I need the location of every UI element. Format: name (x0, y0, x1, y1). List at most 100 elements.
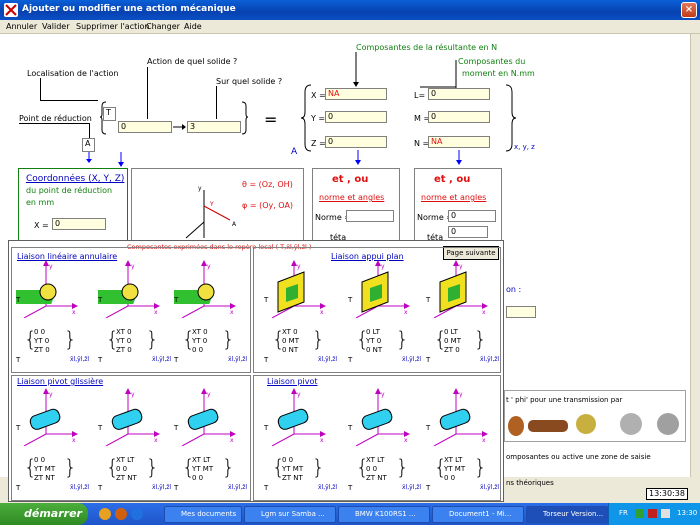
task-torseur[interactable]: Torseur Version... (526, 506, 608, 523)
pivot-liaison-icon: y x T (348, 386, 412, 446)
torseur-matrix: { } 0 LT 0 MT ZT 0 Tx̄l,ȳl,z̄l (426, 327, 500, 364)
l-field[interactable]: 0 (428, 88, 490, 100)
et-ou-label-1: et , ou (332, 174, 369, 185)
svg-text:y: y (459, 391, 463, 398)
app-icon (4, 3, 18, 17)
resultante-label: Composantes de la résultante en N (356, 43, 498, 52)
basis-subscript: x̄l,ȳl,z̄l (70, 356, 90, 363)
menu-valider[interactable]: Valider (42, 22, 70, 31)
start-button[interactable]: démarrer (0, 503, 88, 525)
teta-field-2[interactable]: 0 (448, 226, 488, 238)
point-t-label: T (174, 484, 179, 492)
norme-field-1[interactable] (346, 210, 394, 222)
moment-label-1: Composantes du (458, 57, 526, 66)
matrix-row: YT 0 (34, 337, 50, 345)
matrix-row: YT MT (34, 465, 56, 473)
right-brace-icon (505, 84, 516, 152)
close-button[interactable]: × (681, 2, 697, 18)
bracket-icon (99, 101, 249, 135)
action-solide-label: Action de quel solide ? (147, 57, 238, 66)
et-ou-label-2: et , ou (434, 174, 471, 185)
menu-annuler[interactable]: Annuler (6, 22, 37, 31)
torseur-matrix: { } XT 00 MT 0 NT Tx̄l,ȳl,z̄l (264, 327, 338, 364)
svg-text:T: T (348, 424, 353, 432)
svg-text:x: x (230, 309, 234, 316)
basis-subscript: x̄l,ȳl,z̄l (228, 484, 248, 491)
basis-subscript: x̄l,ȳl,z̄l (152, 356, 172, 363)
svg-text:y: y (459, 263, 463, 270)
torseur-matrix: { } 0 0 YT MT ZT NT Tx̄l,ȳl,z̄l (264, 455, 338, 492)
point-t-label: T (348, 356, 353, 364)
phi-text: t ' phi' pour une transmission par (506, 396, 623, 404)
matrix-row: XT 0 (116, 328, 132, 336)
z-row-label: Z = (311, 139, 326, 148)
svg-text:x: x (72, 309, 76, 316)
system-tray: FR 13:30 (608, 503, 700, 525)
svg-text:y: y (297, 263, 301, 270)
window-title: Ajouter ou modifier une action mécanique (22, 4, 236, 14)
moment-label-2: moment en N.mm (462, 69, 535, 78)
matrix-row: 0 0 (116, 465, 128, 473)
vertical-scrollbar[interactable] (690, 34, 700, 477)
y-row-label: Y = (311, 114, 326, 123)
gears-icon (508, 413, 679, 436)
menu-supprimer[interactable]: Supprimer l'action (76, 22, 149, 31)
cyl-liaison-icon: y x T (174, 386, 238, 446)
m-field[interactable]: 0 (428, 111, 490, 123)
coord-label-1: Coordonnées (X, Y, Z) (26, 174, 125, 184)
svg-text:Y: Y (209, 201, 214, 208)
task-mes-documents[interactable]: Mes documents (164, 506, 242, 523)
norme-field-2[interactable]: 0 (448, 210, 496, 222)
matrix-row: 0 NT (366, 346, 383, 354)
matrix-row: 0 LT (366, 328, 380, 336)
clock-field: 13:30:38 (646, 488, 688, 500)
matrix-row: ZT 0 (444, 346, 460, 354)
ring-liaison-icon: y x T (98, 258, 162, 318)
task-lgm-samba[interactable]: Lgm sur Samba ... (244, 506, 336, 523)
matrix-row: YT MT (282, 465, 304, 473)
svg-text:x: x (72, 437, 76, 444)
svg-text:T: T (174, 296, 179, 304)
matrix-row: ZT 0 (34, 346, 50, 354)
basis-subscript: x̄l,ȳl,z̄l (480, 484, 500, 491)
norme-angles-label-1: norme et angles (319, 193, 385, 202)
arrow-down-icon (355, 150, 361, 165)
title-bar: Ajouter ou modifier une action mécanique… (0, 0, 700, 20)
svg-text:y: y (297, 391, 301, 398)
task-bmw[interactable]: BMW K100RS1 ... (338, 506, 430, 523)
svg-text:T: T (348, 296, 353, 304)
task-document1[interactable]: Document1 - Mi... (432, 506, 524, 523)
basis-label: x, y, z (514, 143, 535, 151)
ring-liaison-icon: y x T (174, 258, 238, 318)
arrow-down-icon (456, 150, 462, 165)
sur-solide-label: Sur quel solide ? (216, 77, 283, 86)
behind-field[interactable] (506, 306, 536, 318)
coordx-field[interactable]: 0 (52, 218, 106, 230)
point-t-label: T (426, 356, 431, 364)
point-field[interactable]: A (82, 138, 95, 152)
menu-aide[interactable]: Aide (184, 22, 202, 31)
menu-changer[interactable]: Changer (146, 22, 180, 31)
matrix-row: 0 MT (282, 337, 299, 345)
lang-indicator[interactable]: FR (619, 509, 628, 517)
matrix-row: ZT NT (116, 474, 137, 482)
localisation-label: Localisation de l'action (27, 69, 119, 78)
point-t-label: T (174, 356, 179, 364)
n-field[interactable]: NA (428, 136, 490, 148)
quick-launch (98, 507, 158, 521)
n-row-label: N = (414, 139, 430, 148)
svg-text:x: x (230, 437, 234, 444)
torseur-matrix: { } XT 0 YT 00 0 Tx̄l,ȳl,z̄l (174, 327, 248, 364)
y-field[interactable]: 0 (325, 111, 387, 123)
arrow-down-icon (118, 152, 124, 167)
arrow-down-icon (86, 152, 92, 163)
svg-text:A: A (232, 221, 237, 228)
torseur-matrix: { } XT 0 YT 0 ZT 0 Tx̄l,ȳl,z̄l (98, 327, 172, 364)
title-pivot-glissiere: Liaison pivot glissière (17, 377, 104, 386)
matrix-row: 0 0 (366, 465, 378, 473)
plane-liaison-icon: y x T (426, 258, 490, 318)
z-field[interactable]: 0 (325, 136, 387, 148)
matrix-row: ZT NT (34, 474, 55, 482)
x-field[interactable]: NA (325, 88, 387, 100)
svg-text:y: y (49, 391, 53, 398)
